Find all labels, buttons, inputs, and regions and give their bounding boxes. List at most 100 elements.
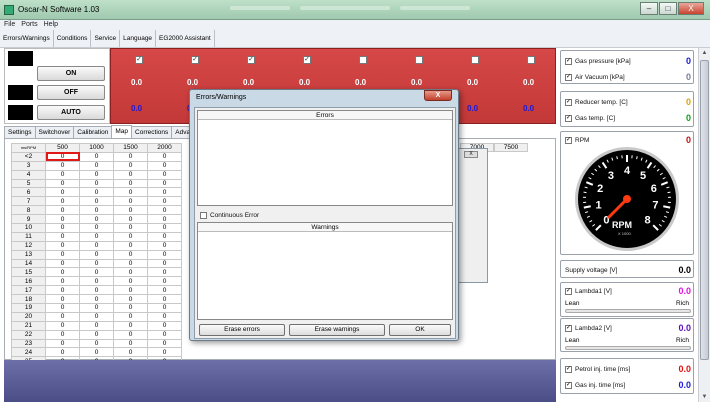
toolbar-service[interactable]: Service [91, 30, 121, 47]
close-button[interactable]: X [678, 2, 704, 15]
map-cell[interactable]: 0 [113, 187, 148, 198]
map-cell[interactable]: 0 [45, 267, 80, 278]
lambda1-checkbox[interactable]: ✓ [565, 287, 572, 295]
injector-checkbox[interactable] [415, 56, 423, 64]
on-button[interactable]: ON [37, 66, 105, 81]
map-cell[interactable]: 0 [113, 329, 148, 340]
map-cell[interactable]: 0 [79, 187, 114, 198]
map-cell[interactable]: 0 [45, 205, 80, 216]
map-cell[interactable]: 0 [113, 205, 148, 216]
map-cell[interactable]: 0 [147, 240, 182, 251]
map-cell[interactable]: 0 [79, 151, 114, 162]
map-cell[interactable]: 0 [113, 338, 148, 349]
map-cell[interactable]: 0 [113, 347, 148, 358]
map-cell[interactable]: 0 [79, 329, 114, 340]
map-cell[interactable]: 0 [147, 160, 182, 171]
map-cell[interactable]: 0 [113, 214, 148, 225]
map-cell[interactable]: 0 [45, 294, 80, 305]
map-cell[interactable]: 0 [79, 285, 114, 296]
map-cell[interactable]: 0 [113, 320, 148, 331]
map-cell[interactable]: 0 [45, 196, 80, 207]
tab-switchover[interactable]: Switchover [34, 126, 75, 138]
tab-calibration[interactable]: Calibration [73, 126, 113, 138]
toolbar-language[interactable]: Language [120, 30, 157, 47]
gas-temp-checkbox[interactable]: ✓ [565, 114, 572, 122]
map-cell[interactable]: 0 [147, 187, 182, 198]
map-cell[interactable]: 0 [147, 267, 182, 278]
map-cell[interactable]: 0 [113, 294, 148, 305]
ok-button[interactable]: OK [389, 324, 451, 336]
map-cell[interactable]: 0 [113, 276, 148, 287]
injector-checkbox[interactable]: ✓ [135, 56, 143, 64]
map-cell[interactable]: 0 [45, 151, 80, 162]
tab-corrections[interactable]: Corrections [131, 126, 173, 138]
map-cell[interactable]: 0 [45, 231, 80, 242]
map-cell[interactable]: 0 [147, 231, 182, 242]
map-cell[interactable]: 0 [79, 303, 114, 313]
map-cell[interactable]: 0 [113, 178, 148, 189]
gas-pressure-checkbox[interactable]: ✓ [565, 57, 572, 65]
map-cell[interactable]: 0 [113, 249, 148, 260]
map-cell[interactable]: 0 [79, 160, 114, 171]
map-cell[interactable]: 0 [45, 214, 80, 225]
injector-checkbox[interactable] [527, 56, 535, 64]
map-cell[interactable]: 0 [79, 267, 114, 278]
errors-list[interactable]: Errors [197, 110, 453, 206]
map-cell[interactable]: 0 [45, 187, 80, 198]
injector-checkbox[interactable] [471, 56, 479, 64]
map-cell[interactable]: 0 [45, 240, 80, 251]
map-cell[interactable]: 0 [79, 258, 114, 269]
map-cell[interactable]: 0 [113, 240, 148, 251]
map-cell[interactable]: 0 [147, 285, 182, 296]
map-cell[interactable]: 0 [113, 311, 148, 322]
erase-errors-button[interactable]: Erase errors [199, 324, 285, 336]
map-cell[interactable]: 0 [113, 196, 148, 207]
map-cell[interactable]: 0 [147, 196, 182, 207]
map-cell[interactable]: 0 [45, 258, 80, 269]
map-cell[interactable]: 0 [147, 311, 182, 322]
menu-help[interactable]: Help [44, 20, 58, 30]
map-cell[interactable]: 0 [147, 214, 182, 225]
map-cell[interactable]: 0 [45, 338, 80, 349]
injector-checkbox[interactable]: ✓ [191, 56, 199, 64]
map-cell[interactable]: 0 [79, 320, 114, 331]
map-cell[interactable]: 0 [147, 338, 182, 349]
tab-map[interactable]: Map [111, 125, 133, 138]
maximize-button[interactable]: □ [659, 2, 677, 15]
map-cell[interactable]: 0 [79, 214, 114, 225]
scrollbar-thumb[interactable] [700, 60, 709, 360]
dialog-close-button[interactable]: X [424, 90, 452, 101]
map-cell[interactable]: 0 [113, 151, 148, 162]
map-cell[interactable]: 0 [45, 169, 80, 180]
scroll-down-arrow-icon[interactable]: ▼ [699, 392, 710, 402]
right-panel-scrollbar[interactable]: ▲ ▼ [698, 48, 710, 402]
map-cell[interactable]: 0 [113, 231, 148, 242]
map-cell[interactable]: 0 [45, 160, 80, 171]
map-cell[interactable]: 0 [147, 320, 182, 331]
map-cell[interactable]: 0 [45, 276, 80, 287]
map-cell[interactable]: 0 [147, 178, 182, 189]
map-cell[interactable]: 0 [79, 294, 114, 305]
menu-file[interactable]: File [4, 20, 15, 30]
map-cell[interactable]: 0 [147, 151, 182, 162]
petrol-inj-checkbox[interactable]: ✓ [565, 365, 572, 373]
menu-ports[interactable]: Ports [21, 20, 37, 30]
map-cell[interactable]: 0 [45, 223, 80, 233]
scroll-up-arrow-icon[interactable]: ▲ [699, 48, 710, 58]
background-window-close[interactable]: X [464, 151, 478, 158]
toolbar-errors-warnings[interactable]: Errors/Warnings [0, 30, 54, 47]
map-cell[interactable]: 0 [147, 258, 182, 269]
map-cell[interactable]: 0 [147, 294, 182, 305]
injector-checkbox[interactable] [359, 56, 367, 64]
map-cell[interactable]: 0 [79, 240, 114, 251]
map-cell[interactable]: 0 [147, 347, 182, 358]
map-cell[interactable]: 0 [147, 276, 182, 287]
map-cell[interactable]: 0 [79, 231, 114, 242]
injector-checkbox[interactable]: ✓ [303, 56, 311, 64]
lambda2-checkbox[interactable]: ✓ [565, 324, 572, 332]
map-cell[interactable]: 0 [113, 169, 148, 180]
tab-settings[interactable]: Settings [4, 126, 36, 138]
rpm-checkbox[interactable]: ✓ [565, 136, 572, 144]
map-cell[interactable]: 0 [79, 169, 114, 180]
map-cell[interactable]: 0 [45, 285, 80, 296]
